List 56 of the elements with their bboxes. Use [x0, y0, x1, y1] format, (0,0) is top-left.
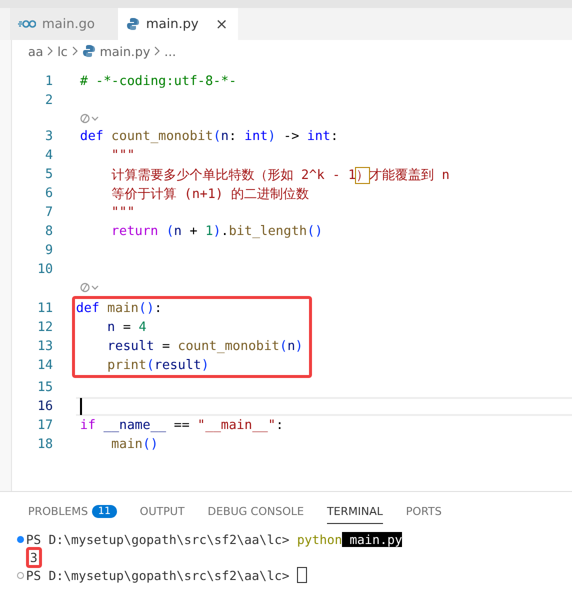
panel-tab[interactable]: PROBLEMS 11	[28, 500, 117, 524]
close-icon[interactable]: ×	[215, 15, 228, 33]
line-number: 16	[36, 399, 53, 414]
count-badge: 11	[92, 505, 117, 518]
line-number: 13	[36, 339, 53, 354]
code-line: result = count_monobit(n)	[106, 339, 303, 354]
line-number: 12	[36, 320, 53, 335]
code-line: print(result)	[106, 358, 210, 373]
chevron-right-icon	[47, 46, 54, 56]
line-number: 1	[44, 74, 53, 89]
code-line: main()	[110, 437, 158, 452]
line-number: 14	[36, 358, 53, 373]
line-number: 5	[44, 167, 53, 182]
panel-tab[interactable]: PORTS	[406, 500, 442, 524]
line-number: 7	[44, 205, 53, 220]
chevron-right-icon	[154, 46, 160, 56]
line-number: 4	[44, 148, 53, 163]
code-line: if __name__ == "__main__":	[80, 418, 284, 433]
go-logo-icon	[18, 20, 36, 28]
editor-tab[interactable]: main.py ×	[118, 8, 238, 40]
terminal-prompt: PS D:\mysetup\gopath\src\sf2\aa\lc>	[26, 568, 290, 582]
editor-tab[interactable]: main.go	[10, 8, 118, 40]
code-line: 等价于计算 (n+1) 的二进制位数	[110, 186, 310, 202]
panel-tab[interactable]: OUTPUT	[140, 500, 185, 524]
terminal-prompt: PS D:\mysetup\gopath\src\sf2\aa\lc>	[26, 532, 290, 546]
selected-text: main.py	[342, 532, 402, 546]
code-line: # -*-coding:utf-8-*-	[80, 74, 237, 89]
code-line: def main():	[76, 301, 162, 316]
breadcrumb-item[interactable]: main.py	[100, 44, 150, 58]
line-number: 3	[44, 129, 53, 144]
chevron-right-icon	[72, 46, 78, 56]
code-line: 计算需要多少个单比特数（形如 2^k - 1）才能覆盖到 n	[110, 166, 450, 184]
code-line: def count_monobit(n: int) -> int:	[80, 129, 338, 144]
code-line: """	[110, 148, 135, 163]
panel-tab[interactable]: TERMINAL	[326, 500, 383, 524]
line-number: 15	[36, 380, 53, 395]
code-line: """	[110, 205, 135, 220]
line-number: 6	[44, 186, 53, 201]
terminal-output: 3	[26, 546, 42, 568]
breadcrumb-item[interactable]: lc	[57, 44, 68, 58]
python-logo-icon	[126, 17, 140, 31]
line-number: 17	[36, 418, 53, 433]
line-number: 18	[36, 437, 53, 452]
text-cursor	[80, 398, 82, 415]
code-line: n = 4	[106, 320, 146, 335]
terminal-command: python	[296, 532, 342, 546]
line-number: 10	[36, 262, 53, 277]
breadcrumb-item[interactable]: ...	[164, 44, 176, 58]
python-logo-icon	[82, 44, 96, 58]
panel-tab[interactable]: DEBUG CONSOLE	[208, 500, 304, 524]
line-number: 2	[44, 93, 53, 108]
line-number: 8	[44, 224, 53, 239]
line-number: 9	[44, 243, 53, 258]
code-line: return (n + 1).bit_length()	[110, 224, 323, 239]
line-number: 11	[36, 301, 53, 316]
breadcrumb-item[interactable]: aa	[28, 44, 44, 58]
